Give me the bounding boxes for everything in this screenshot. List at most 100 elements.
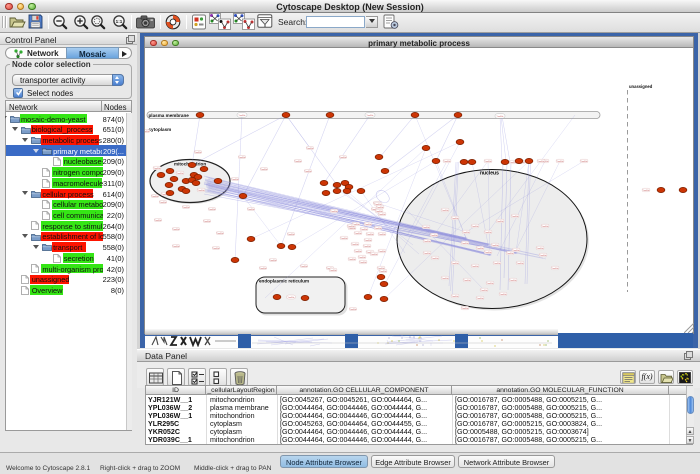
svg-text:Yxx00c: Yxx00c	[238, 115, 246, 117]
svg-text:Yxx00c: Yxx00c	[351, 244, 359, 246]
svg-text:Yxx00c: Yxx00c	[642, 190, 650, 192]
svg-text:Yxx00c: Yxx00c	[451, 218, 459, 220]
svg-text:Yxx00c: Yxx00c	[151, 196, 159, 198]
svg-text:Yxx00c: Yxx00c	[430, 235, 438, 237]
svg-text:Yxx00c: Yxx00c	[172, 246, 180, 248]
svg-text:Yxx00c: Yxx00c	[461, 308, 469, 310]
svg-text:Yxx00c: Yxx00c	[260, 169, 268, 171]
svg-text:Yxx00c: Yxx00c	[354, 251, 362, 253]
svg-text:Yxx00c: Yxx00c	[491, 245, 499, 247]
svg-text:Yxx00c: Yxx00c	[537, 161, 545, 163]
svg-text:Yxx00c: Yxx00c	[231, 179, 239, 181]
svg-text:endoplasmic reticulum: endoplasmic reticulum	[259, 279, 309, 284]
svg-text:Yxx00c: Yxx00c	[340, 238, 348, 240]
svg-text:Yxx00c: Yxx00c	[212, 248, 220, 250]
svg-text:Yxx00c: Yxx00c	[153, 168, 161, 170]
svg-text:Yxx00c: Yxx00c	[441, 210, 449, 212]
svg-text:Yxx00c: Yxx00c	[506, 253, 514, 255]
svg-text:Yxx00c: Yxx00c	[287, 234, 295, 236]
svg-text:Yxx00c: Yxx00c	[462, 232, 470, 234]
svg-text:Yxx00c: Yxx00c	[551, 268, 559, 270]
svg-text:nucleus: nucleus	[480, 171, 499, 177]
svg-text:Yxx00c: Yxx00c	[496, 116, 504, 118]
svg-text:plasma membrane: plasma membrane	[149, 113, 190, 118]
svg-text:Yxx00c: Yxx00c	[364, 224, 372, 226]
svg-text:Yxx00c: Yxx00c	[349, 309, 357, 311]
svg-text:Yxx00c: Yxx00c	[441, 278, 449, 280]
svg-text:Yxx00c: Yxx00c	[366, 234, 374, 236]
svg-text:Yxx00c: Yxx00c	[194, 152, 202, 154]
svg-text:Yxx00c: Yxx00c	[176, 173, 184, 175]
svg-text:Yxx00c: Yxx00c	[329, 270, 337, 272]
svg-text:Yxx00c: Yxx00c	[378, 251, 386, 253]
svg-text:Yxx00c: Yxx00c	[484, 232, 492, 234]
svg-text:Yxx00c: Yxx00c	[364, 240, 372, 242]
svg-text:Yxx00c: Yxx00c	[443, 161, 451, 163]
svg-text:Yxx00c: Yxx00c	[374, 228, 382, 230]
svg-text:Yxx00c: Yxx00c	[358, 257, 366, 259]
svg-text:Yxx00c: Yxx00c	[359, 262, 367, 264]
svg-text:Yxx00c: Yxx00c	[378, 234, 386, 236]
svg-text:Yxx00c: Yxx00c	[580, 161, 588, 163]
svg-text:Yxx00c: Yxx00c	[431, 258, 439, 260]
svg-text:Yxx00c: Yxx00c	[509, 280, 517, 282]
svg-text:Yxx00c: Yxx00c	[451, 263, 459, 265]
svg-text:Yxx00c: Yxx00c	[516, 263, 524, 265]
svg-text:Yxx00c: Yxx00c	[300, 266, 308, 268]
svg-text:Yxx00c: Yxx00c	[216, 233, 224, 235]
svg-text:Yxx00c: Yxx00c	[541, 226, 549, 228]
svg-text:Yxx00c: Yxx00c	[539, 255, 547, 257]
svg-text:Yxx00c: Yxx00c	[294, 161, 302, 163]
svg-text:Yxx00c: Yxx00c	[348, 259, 356, 261]
svg-text:Yxx00c: Yxx00c	[476, 298, 484, 300]
svg-text:Yxx00c: Yxx00c	[306, 148, 314, 150]
svg-text:Yxx00c: Yxx00c	[339, 157, 347, 159]
svg-text:Yxx00c: Yxx00c	[511, 216, 519, 218]
svg-text:Yxx00c: Yxx00c	[471, 226, 479, 228]
svg-text:Yxx00c: Yxx00c	[376, 207, 384, 209]
svg-text:Yxx00c: Yxx00c	[304, 171, 312, 173]
svg-text:Yxx00c: Yxx00c	[379, 271, 387, 273]
svg-text:Yxx00c: Yxx00c	[451, 296, 459, 298]
svg-text:Yxx00c: Yxx00c	[484, 161, 492, 163]
svg-text:Yxx00c: Yxx00c	[378, 214, 386, 216]
svg-text:Yxx00c: Yxx00c	[208, 209, 216, 211]
svg-text:Yxx00c: Yxx00c	[484, 252, 492, 254]
svg-text:Yxx00c: Yxx00c	[182, 207, 190, 209]
svg-text:Yxx00c: Yxx00c	[480, 290, 488, 292]
svg-text:Yxx00c: Yxx00c	[499, 294, 507, 296]
svg-text:Yxx00c: Yxx00c	[423, 253, 431, 255]
svg-text:Yxx00c: Yxx00c	[461, 243, 469, 245]
svg-text:Yxx00c: Yxx00c	[422, 227, 430, 229]
svg-text:Yxx00c: Yxx00c	[370, 254, 378, 256]
svg-text:Yxx00c: Yxx00c	[536, 248, 544, 250]
svg-text:cytoplasm: cytoplasm	[149, 127, 172, 132]
svg-text:Yxx00c: Yxx00c	[354, 233, 362, 235]
svg-text:Yxx00c: Yxx00c	[423, 241, 431, 243]
svg-text:Yxx00c: Yxx00c	[366, 115, 374, 117]
svg-text:Yxx00c: Yxx00c	[203, 221, 211, 223]
svg-text:Yxx00c: Yxx00c	[154, 220, 162, 222]
svg-text:Yxx00c: Yxx00c	[330, 211, 338, 213]
svg-text:Yxx00c: Yxx00c	[259, 268, 267, 270]
svg-text:Yxx00c: Yxx00c	[363, 246, 371, 248]
svg-text:Yxx00c: Yxx00c	[496, 221, 504, 223]
svg-text:Yxx00c: Yxx00c	[463, 280, 471, 282]
svg-text:Yxx00c: Yxx00c	[476, 248, 484, 250]
svg-text:Yxx00c: Yxx00c	[238, 157, 246, 159]
svg-text:Yxx00c: Yxx00c	[556, 161, 564, 163]
svg-text:Yxx00c: Yxx00c	[512, 250, 520, 252]
svg-text:Yxx00c: Yxx00c	[486, 283, 494, 285]
svg-text:unassigned: unassigned	[629, 84, 653, 89]
svg-text:Yxx00c: Yxx00c	[159, 202, 167, 204]
svg-text:Yxx00c: Yxx00c	[197, 190, 205, 192]
svg-text:1:1: 1:1	[116, 19, 123, 24]
svg-text:Yxx00c: Yxx00c	[172, 229, 180, 231]
svg-text:Yxx00c: Yxx00c	[347, 226, 355, 228]
svg-text:Yxx00c: Yxx00c	[348, 228, 356, 230]
svg-text:Yxx00c: Yxx00c	[471, 266, 479, 268]
svg-text:Yxx00c: Yxx00c	[360, 229, 368, 231]
svg-text:Yxx00c: Yxx00c	[247, 209, 255, 211]
svg-text:Yxx00c: Yxx00c	[493, 263, 501, 265]
svg-text:Yxx00c: Yxx00c	[287, 297, 295, 299]
